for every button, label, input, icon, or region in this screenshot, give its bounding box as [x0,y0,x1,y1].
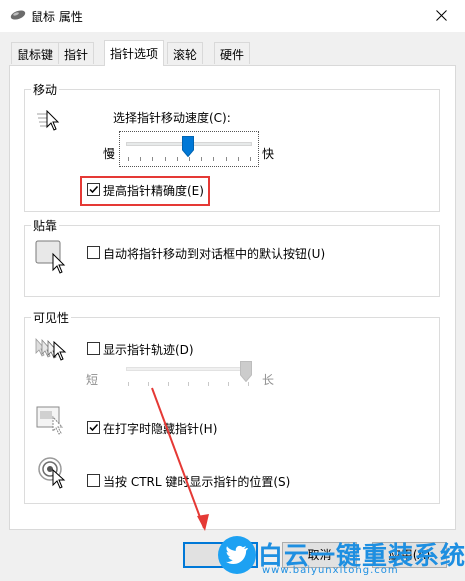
watermark-url: www.baiyunxitong.com [262,565,399,576]
annotation-arrow [151,387,209,531]
watermark: 白云一键重装系统 www.baiyunxitong.com [210,534,465,581]
bird-logo-icon [218,536,256,574]
tab-pointer-options[interactable]: 指针选项 [104,40,165,66]
